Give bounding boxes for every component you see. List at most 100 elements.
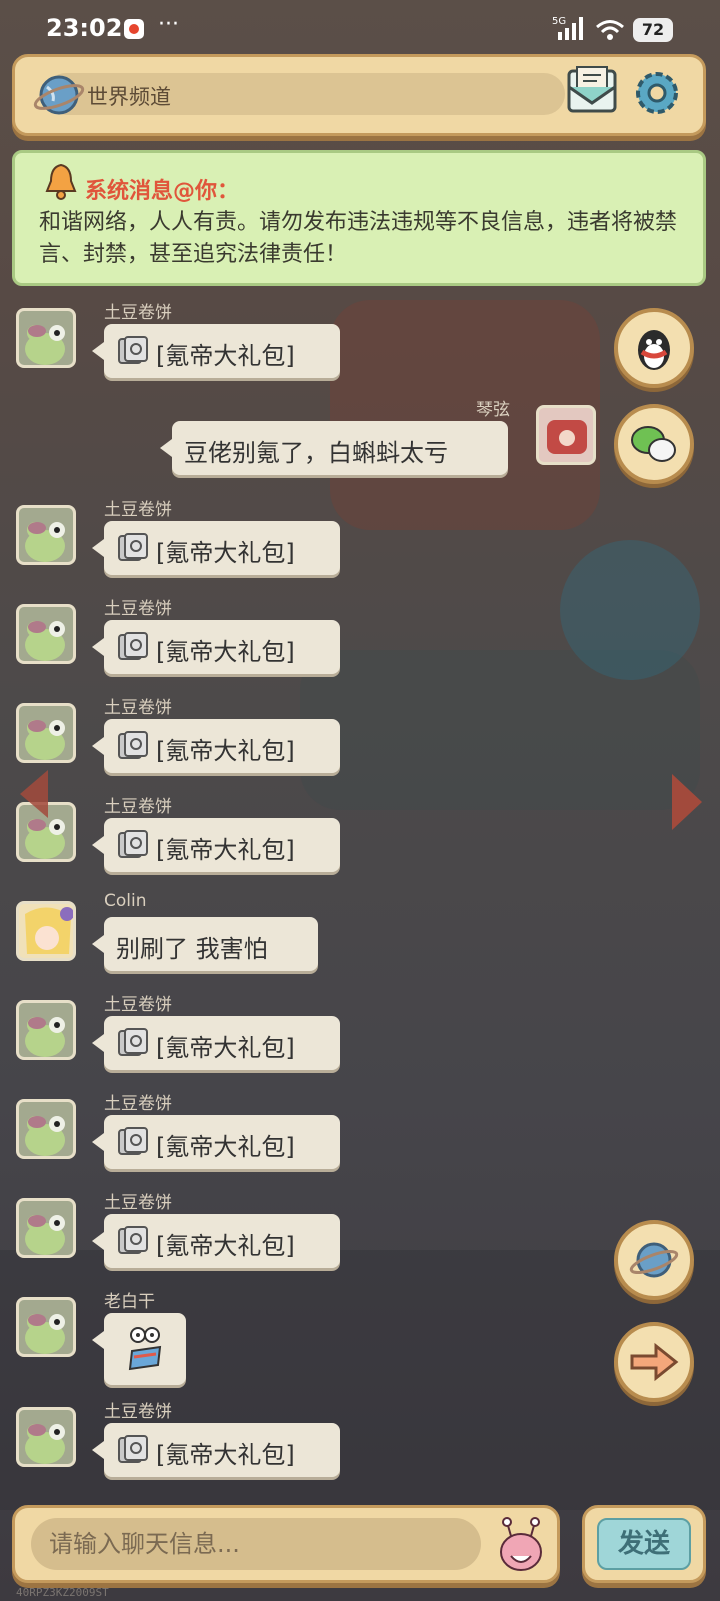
frog-avatar[interactable]	[16, 1297, 76, 1357]
network-type: 5G	[552, 16, 566, 27]
message-text: [氪帝大礼包]	[156, 1232, 295, 1260]
wechat-icon	[631, 426, 676, 462]
message-text: [氪帝大礼包]	[156, 539, 295, 567]
chat-message: 老白干	[0, 1287, 720, 1397]
wifi-icon	[596, 20, 624, 40]
notice-title: 系统消息@你：	[85, 179, 240, 204]
chat-message: 土豆卷饼 [氪帝大礼包]	[0, 298, 720, 388]
message-bubble[interactable]: [氪帝大礼包]	[92, 1016, 340, 1070]
sender-name: 土豆卷饼	[104, 303, 172, 323]
message-text: [氪帝大礼包]	[156, 1133, 295, 1161]
message-text: [氪帝大礼包]	[156, 737, 295, 765]
scene-right-arrow-icon[interactable]	[672, 774, 702, 830]
record-icon	[124, 19, 144, 39]
message-bubble[interactable]: [氪帝大礼包]	[92, 521, 340, 575]
sender-name: 土豆卷饼	[104, 1094, 172, 1114]
penguin-icon	[638, 330, 670, 370]
gift-pack-icon	[118, 1226, 148, 1254]
frog-avatar[interactable]	[16, 1198, 76, 1258]
mail-icon[interactable]	[565, 65, 619, 121]
message-text: [氪帝大礼包]	[156, 1441, 295, 1469]
chat-input-bar	[12, 1505, 560, 1583]
sender-name: 土豆卷饼	[104, 500, 172, 520]
sticker-bubble[interactable]	[92, 1313, 186, 1385]
frog-avatar[interactable]	[16, 1000, 76, 1060]
sender-name: 土豆卷饼	[104, 995, 172, 1015]
message-bubble[interactable]: 别刷了 我害怕	[92, 917, 318, 971]
anime-avatar[interactable]	[16, 901, 76, 961]
chat-message: 土豆卷饼 [氪帝大礼包]	[0, 990, 720, 1080]
frog-avatar[interactable]	[16, 604, 76, 664]
settings-gear-icon[interactable]	[629, 65, 685, 121]
chat-input[interactable]	[31, 1518, 481, 1570]
next-page-button[interactable]	[614, 1322, 694, 1402]
chat-message: 土豆卷饼 [氪帝大礼包]	[0, 693, 720, 783]
sender-name: Colin	[104, 891, 147, 911]
send-button-label: 发送	[597, 1518, 691, 1570]
message-bubble[interactable]: [氪帝大礼包]	[92, 719, 340, 773]
message-bubble[interactable]: 豆佬别氪了，白蝌蚪太亏	[160, 421, 508, 475]
sender-name: 土豆卷饼	[104, 698, 172, 718]
sender-name: 土豆卷饼	[104, 1193, 172, 1213]
chat-message-self: 琴弦 豆佬别氪了，白蝌蚪太亏	[0, 395, 720, 485]
message-text: [氪帝大礼包]	[156, 342, 295, 370]
planet-icon	[629, 1242, 679, 1278]
gift-pack-icon	[118, 1028, 148, 1056]
message-text: [氪帝大礼包]	[156, 836, 295, 864]
more-notifications-icon: ···	[158, 12, 179, 37]
chat-message: 土豆卷饼 [氪帝大礼包]	[0, 1397, 720, 1487]
gift-pack-icon	[118, 632, 148, 660]
arrow-right-icon	[630, 1342, 679, 1382]
sender-name: 土豆卷饼	[104, 797, 172, 817]
message-text: 别刷了 我害怕	[116, 935, 268, 963]
message-bubble[interactable]: [氪帝大礼包]	[92, 1115, 340, 1169]
system-notice: 系统消息@你： 和谐网络，人人有责。请勿发布违法违规等不良信息，违者将被禁言、封…	[12, 150, 706, 286]
cellular-signal-icon: 5G	[552, 16, 583, 40]
message-bubble[interactable]: [氪帝大礼包]	[92, 1423, 340, 1477]
notice-body: 和谐网络，人人有责。请勿发布违法违规等不良信息，违者将被禁言、封禁，甚至追究法律…	[39, 210, 678, 267]
planet-icon[interactable]	[33, 69, 85, 121]
sender-name: 土豆卷饼	[104, 1402, 172, 1422]
bell-icon	[45, 163, 77, 200]
chat-message: 土豆卷饼 [氪帝大礼包]	[0, 594, 720, 684]
gift-pack-icon	[118, 731, 148, 759]
emoji-sticker-icon[interactable]	[495, 1516, 547, 1574]
gift-pack-icon	[118, 1127, 148, 1155]
battery-icon: 72	[633, 18, 673, 42]
gift-pack-icon	[118, 533, 148, 561]
shocked-sticker-icon	[128, 1327, 162, 1371]
sender-name: 土豆卷饼	[104, 599, 172, 619]
gift-pack-icon	[118, 1435, 148, 1463]
message-text: [氪帝大礼包]	[156, 638, 295, 666]
message-bubble[interactable]: [氪帝大礼包]	[92, 324, 340, 378]
message-text: [氪帝大礼包]	[156, 1034, 295, 1062]
message-bubble[interactable]: [氪帝大礼包]	[92, 620, 340, 674]
sender-name: 琴弦	[476, 400, 510, 420]
scene-left-arrow-icon[interactable]	[20, 770, 48, 818]
message-bubble[interactable]: [氪帝大礼包]	[92, 818, 340, 872]
send-button[interactable]: 发送	[582, 1505, 706, 1583]
frog-avatar[interactable]	[16, 703, 76, 763]
world-channel-button[interactable]	[614, 1220, 694, 1300]
self-avatar[interactable]	[536, 405, 596, 465]
frog-avatar[interactable]	[16, 1099, 76, 1159]
sender-name: 老白干	[104, 1292, 155, 1312]
gift-pack-icon	[118, 830, 148, 858]
status-time: 23:02	[46, 14, 123, 42]
channel-title: 世界频道	[87, 85, 171, 109]
message-text: 豆佬别氪了，白蝌蚪太亏	[184, 439, 448, 467]
watermark-text: 40RPZ3KZ2009ST	[16, 1586, 109, 1599]
channel-header: 世界频道	[12, 54, 706, 136]
status-bar: 23:02 ··· 5G 72	[0, 0, 720, 60]
chat-message: 土豆卷饼 [氪帝大礼包]	[0, 1089, 720, 1179]
qq-share-button[interactable]	[614, 308, 694, 388]
frog-avatar[interactable]	[16, 1407, 76, 1467]
frog-avatar[interactable]	[16, 505, 76, 565]
chat-message: 土豆卷饼 [氪帝大礼包]	[0, 495, 720, 585]
chat-message: Colin 别刷了 我害怕	[0, 891, 720, 981]
message-bubble[interactable]: [氪帝大礼包]	[92, 1214, 340, 1268]
frog-avatar[interactable]	[16, 308, 76, 368]
gift-pack-icon	[118, 336, 148, 364]
chat-message: 土豆卷饼 [氪帝大礼包]	[0, 1188, 720, 1278]
wechat-share-button[interactable]	[614, 404, 694, 484]
